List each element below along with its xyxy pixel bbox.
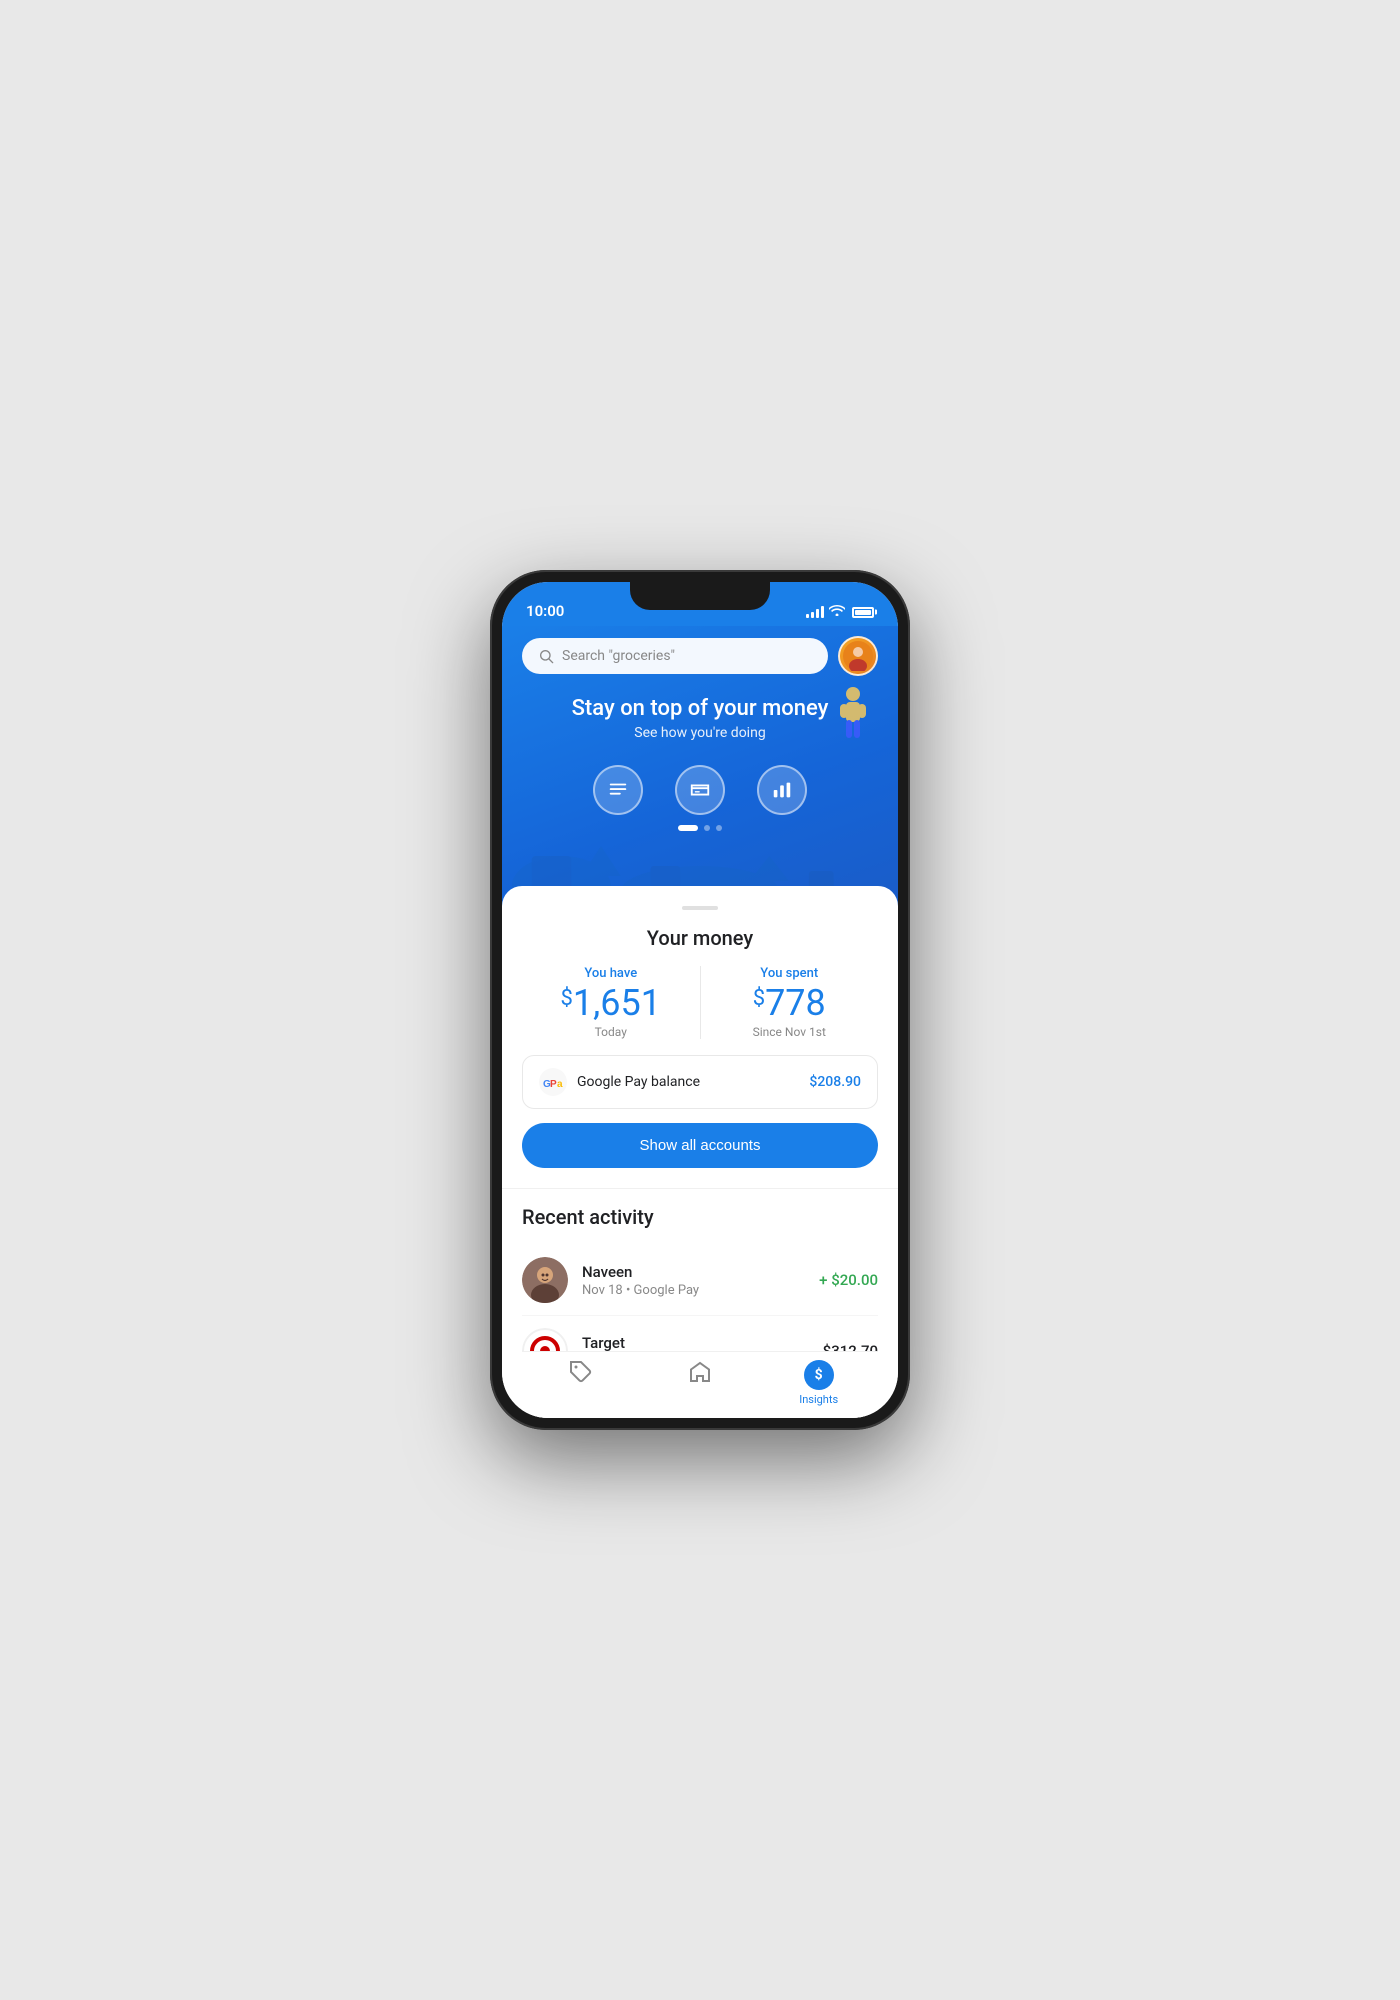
search-icon <box>538 648 554 664</box>
hero-title: Stay on top of your money <box>522 696 878 721</box>
home-icon <box>688 1360 712 1384</box>
phone-screen: 10:00 <box>502 582 898 1418</box>
you-spent-label: You spent <box>760 966 818 981</box>
you-have-amount: $1,651 <box>561 985 661 1021</box>
search-row: Search "groceries" <box>522 636 878 676</box>
hero-subtitle: See how you're doing <box>522 725 878 741</box>
show-all-accounts-button[interactable]: Show all accounts <box>522 1123 878 1168</box>
hero-text: Stay on top of your money See how you're… <box>522 696 878 741</box>
google-pay-balance-row[interactable]: G P a Google Pay balance $208.90 <box>522 1055 878 1109</box>
gpay-logo-icon: G P a <box>539 1068 567 1096</box>
you-have-section: You have $1,651 Today <box>522 966 700 1039</box>
you-have-label: You have <box>584 966 637 981</box>
naveen-detail: Nov 18 • Google Pay <box>582 1283 805 1298</box>
phone-frame: 10:00 <box>490 570 910 1430</box>
battery-icon <box>852 607 874 618</box>
search-bar[interactable]: Search "groceries" <box>522 638 828 674</box>
you-spent-period: Since Nov 1st <box>753 1025 826 1039</box>
nav-item-insights[interactable]: $ Insights <box>759 1360 878 1406</box>
insights-icon: $ <box>804 1360 834 1390</box>
avatar-image <box>843 641 873 671</box>
target-name: Target <box>582 1334 809 1352</box>
user-avatar[interactable] <box>838 636 878 676</box>
naveen-avatar-image <box>522 1257 568 1303</box>
tag-icon <box>569 1360 593 1384</box>
balance-name: Google Pay balance <box>577 1074 700 1090</box>
wifi-icon <box>829 604 845 620</box>
naveen-name: Naveen <box>582 1263 805 1281</box>
nav-item-home[interactable] <box>641 1360 760 1406</box>
divider <box>502 1188 898 1189</box>
nav-insights-label: Insights <box>799 1393 838 1406</box>
naveen-avatar <box>522 1257 568 1303</box>
drag-handle <box>682 906 718 910</box>
balance-amount: $208.90 <box>809 1074 861 1090</box>
naveen-info: Naveen Nov 18 • Google Pay <box>582 1263 805 1298</box>
white-card: Your money You have $1,651 Today You spe… <box>502 886 898 1418</box>
svg-text:P: P <box>550 1079 557 1090</box>
you-spent-amount: $778 <box>753 985 826 1021</box>
status-icons <box>806 604 874 620</box>
list-icon <box>607 779 629 801</box>
person-illustration <box>828 686 878 756</box>
activity-item-naveen[interactable]: Naveen Nov 18 • Google Pay + $20.00 <box>522 1245 878 1315</box>
card-icon <box>689 779 711 801</box>
your-money-title: Your money <box>522 926 878 950</box>
header-section: Search "groceries" Sta <box>502 626 898 906</box>
bar-chart-icon <box>771 779 793 801</box>
signal-icon <box>806 606 824 618</box>
recent-activity-title: Recent activity <box>522 1205 878 1229</box>
naveen-amount: + $20.00 <box>819 1271 878 1289</box>
notch <box>630 582 770 610</box>
svg-text:a: a <box>557 1079 563 1090</box>
money-summary-row: You have $1,651 Today You spent $778 Sin… <box>522 966 878 1039</box>
search-placeholder-text: Search "groceries" <box>562 648 675 664</box>
screen-content: Search "groceries" Sta <box>502 626 898 1418</box>
nav-item-tags[interactable] <box>522 1360 641 1406</box>
balance-left: G P a Google Pay balance <box>539 1068 700 1096</box>
you-have-period: Today <box>595 1025 627 1039</box>
status-time: 10:00 <box>526 602 564 620</box>
bottom-nav: $ Insights <box>522 1351 878 1418</box>
you-spent-section: You spent $778 Since Nov 1st <box>700 966 879 1039</box>
